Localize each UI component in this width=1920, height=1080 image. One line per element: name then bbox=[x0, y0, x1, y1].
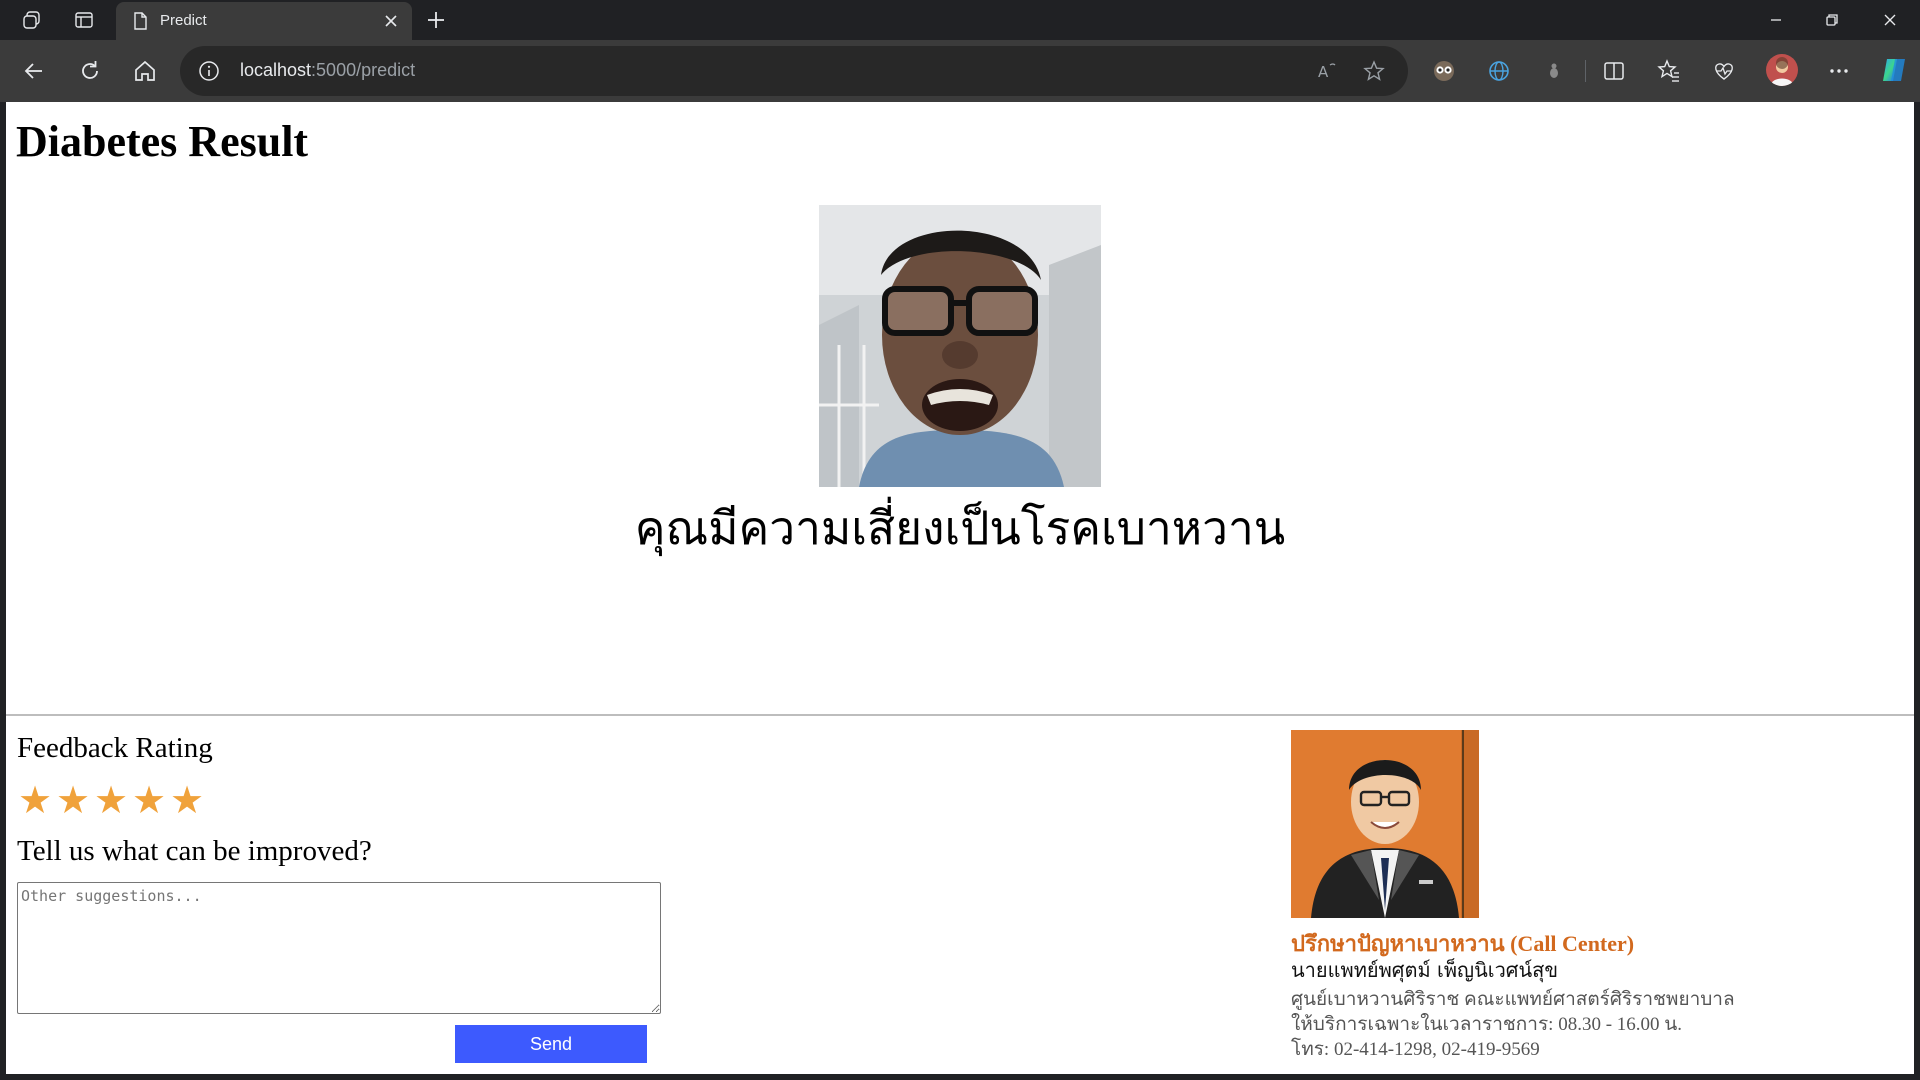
browser-tab-predict[interactable]: Predict bbox=[116, 2, 412, 40]
back-button[interactable] bbox=[20, 57, 48, 85]
home-icon bbox=[135, 60, 155, 81]
workspaces-icon[interactable] bbox=[20, 8, 44, 32]
star-rating: ★ ★ ★ ★ ★ bbox=[17, 777, 205, 823]
info-icon[interactable] bbox=[198, 60, 220, 82]
plus-icon bbox=[428, 12, 444, 28]
feedback-question: Tell us what can be improved? bbox=[17, 835, 372, 867]
tab-title: Predict bbox=[160, 12, 207, 29]
star-icon[interactable]: ★ bbox=[93, 777, 129, 823]
read-aloud-icon[interactable]: A bbox=[1315, 59, 1339, 83]
page-icon bbox=[130, 11, 150, 31]
doctor-name: นายแพทย์พศุตม์ เพ็ญนิเวศน์สุข bbox=[1291, 958, 1559, 982]
svg-text:A: A bbox=[1318, 63, 1329, 81]
doctor-photo bbox=[1291, 730, 1479, 918]
more-icon[interactable] bbox=[1825, 57, 1853, 85]
feedback-title: Feedback Rating bbox=[17, 732, 213, 764]
extension-small-icon[interactable] bbox=[1540, 57, 1568, 85]
page-viewport: Diabetes Result คุณมีความเสี่ยงเป็นโรคเบ… bbox=[6, 102, 1914, 1074]
window-close-button[interactable] bbox=[1878, 8, 1902, 32]
restore-button[interactable] bbox=[1820, 8, 1844, 32]
avatar[interactable] bbox=[1766, 54, 1798, 86]
browser-titlebar: Predict bbox=[0, 0, 1920, 40]
extension-globe-icon[interactable] bbox=[1485, 57, 1513, 85]
phone-text: โทร: 02-414-1298, 02-419-9569 bbox=[1291, 1039, 1540, 1060]
patient-photo bbox=[819, 205, 1101, 487]
browser-toolbar: localhost:5000/predict A bbox=[0, 40, 1920, 102]
suggestions-textarea[interactable] bbox=[17, 882, 661, 1014]
star-icon[interactable]: ★ bbox=[169, 777, 205, 823]
url-host: localhost bbox=[240, 60, 312, 80]
window-bottom-edge bbox=[0, 1074, 1920, 1080]
result-message: คุณมีความเสี่ยงเป็นโรคเบาหวาน bbox=[634, 501, 1286, 555]
home-button[interactable] bbox=[131, 57, 159, 85]
split-screen-icon[interactable] bbox=[1600, 57, 1628, 85]
address-bar[interactable]: localhost:5000/predict A bbox=[180, 46, 1408, 96]
favorites-icon[interactable] bbox=[1655, 57, 1683, 85]
url-text[interactable]: localhost:5000/predict bbox=[240, 60, 415, 81]
new-tab-button[interactable] bbox=[424, 8, 448, 32]
minimize-button[interactable] bbox=[1764, 8, 1788, 32]
star-outline-icon[interactable] bbox=[1362, 59, 1386, 83]
send-button[interactable]: Send bbox=[455, 1025, 647, 1063]
refresh-icon bbox=[82, 61, 98, 79]
toolbar-separator bbox=[1585, 60, 1586, 82]
close-icon[interactable] bbox=[380, 10, 402, 32]
url-path: :5000/predict bbox=[311, 60, 416, 80]
heart-pulse-icon[interactable] bbox=[1710, 57, 1738, 85]
star-icon[interactable]: ★ bbox=[55, 777, 91, 823]
star-icon[interactable]: ★ bbox=[131, 777, 167, 823]
copilot-icon[interactable] bbox=[1878, 54, 1910, 86]
star-icon[interactable]: ★ bbox=[17, 777, 53, 823]
restore-icon bbox=[1826, 14, 1838, 26]
page-title: Diabetes Result bbox=[16, 117, 309, 166]
tab-actions-icon[interactable] bbox=[72, 8, 96, 32]
extension-owl-icon[interactable] bbox=[1430, 57, 1458, 85]
minimize-icon bbox=[1771, 19, 1781, 21]
refresh-button[interactable] bbox=[76, 57, 104, 85]
back-arrow-icon bbox=[24, 63, 42, 79]
window-close-icon bbox=[1884, 14, 1896, 26]
section-divider bbox=[6, 714, 1914, 716]
